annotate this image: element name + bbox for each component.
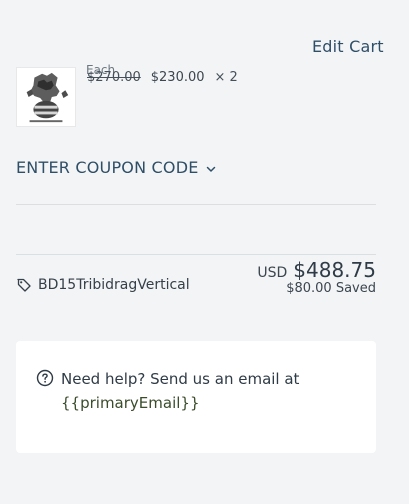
currency-code: USD xyxy=(257,265,288,281)
coupon-label: ENTER COUPON CODE xyxy=(16,158,199,177)
quantity-multiplier-icon: × xyxy=(214,69,226,85)
section-divider-bottom xyxy=(16,254,376,255)
help-message: Need help? Send us an email at {{primary… xyxy=(61,367,331,415)
tag-icon xyxy=(16,277,32,293)
chevron-down-icon xyxy=(205,163,217,175)
original-price: $270.00 xyxy=(87,69,141,85)
quantity-value: 2 xyxy=(229,69,238,85)
question-circle-icon xyxy=(36,369,54,387)
edit-cart-link[interactable]: Edit Cart xyxy=(312,37,384,56)
support-email-link[interactable]: {{primaryEmail}} xyxy=(61,394,200,412)
sale-price: $230.00 xyxy=(150,69,205,85)
product-image xyxy=(17,68,75,126)
order-total: USD $488.75 $80.00 Saved xyxy=(257,260,376,295)
section-divider-top xyxy=(16,204,376,205)
item-price-row: $270.00 $230.00 × 2 xyxy=(87,68,238,86)
saved-amount: $80.00 Saved xyxy=(286,281,376,296)
help-card: Need help? Send us an email at {{primary… xyxy=(16,341,376,453)
help-message-text: Need help? Send us an email at xyxy=(61,370,300,388)
total-amount: $488.75 xyxy=(293,258,376,282)
discount-code: BD15TribidragVertical xyxy=(16,277,190,293)
coupon-toggle[interactable]: ENTER COUPON CODE xyxy=(16,158,217,177)
product-thumbnail xyxy=(16,67,76,127)
discount-code-label: BD15TribidragVertical xyxy=(38,277,190,293)
